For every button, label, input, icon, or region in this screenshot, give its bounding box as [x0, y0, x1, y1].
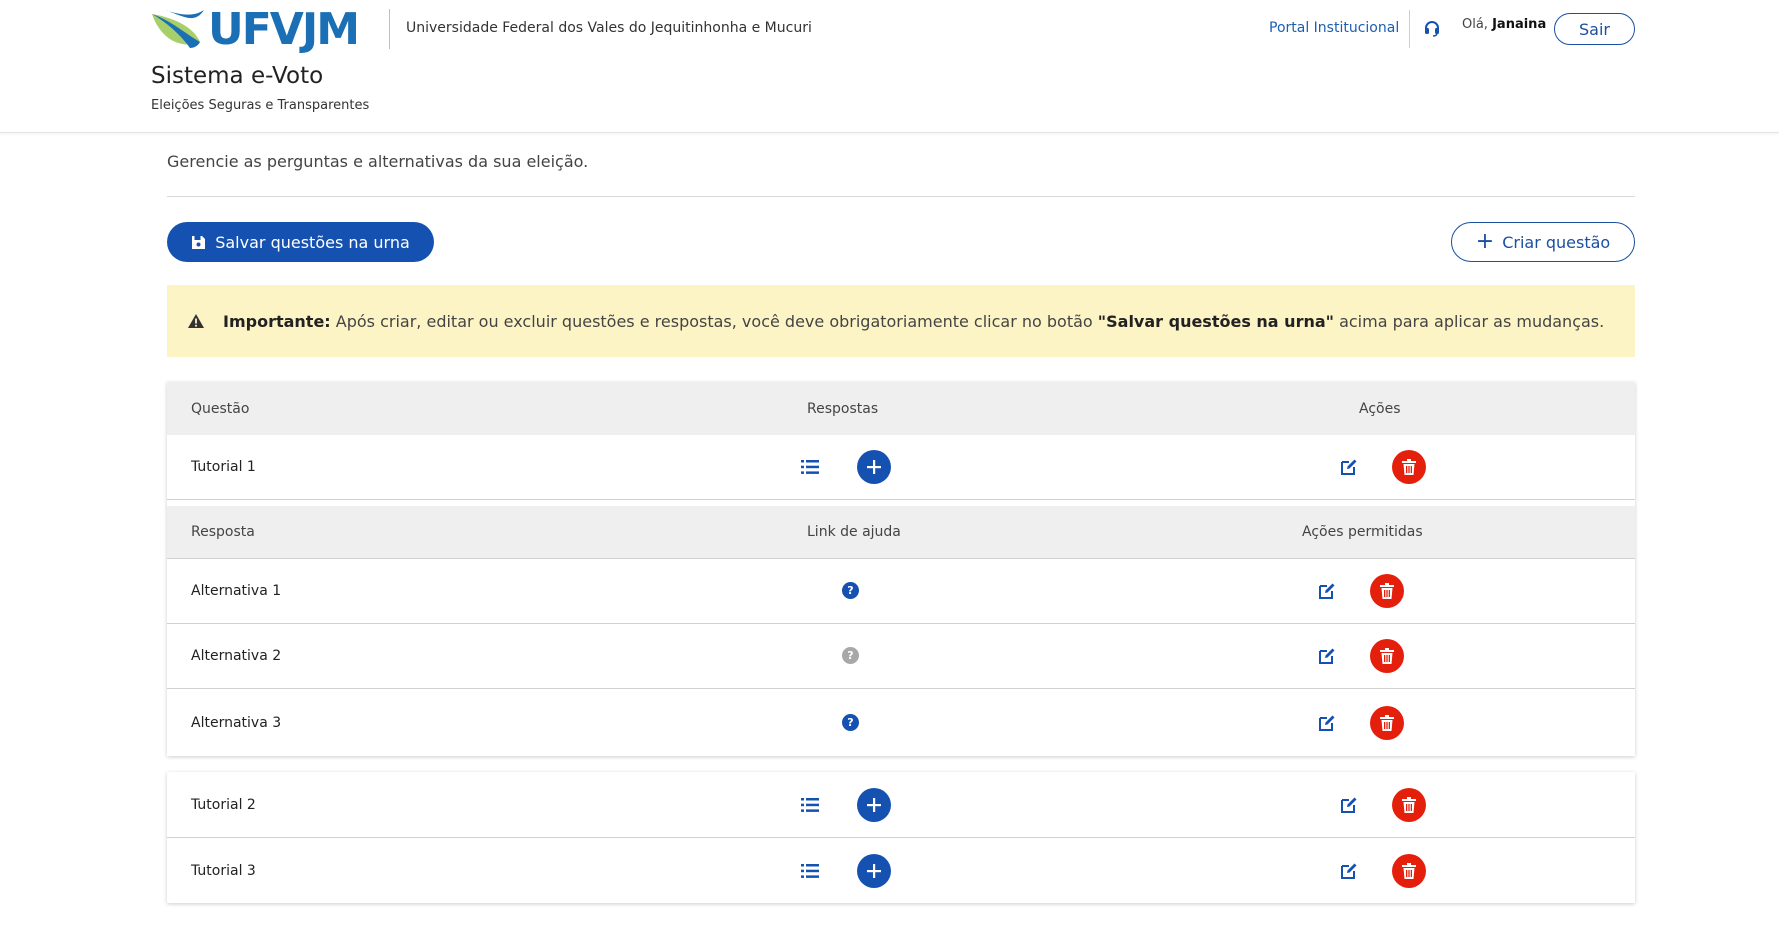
plus-icon — [867, 797, 881, 812]
question-label: Tutorial 1 — [191, 459, 256, 475]
edit-question-icon[interactable] — [1340, 862, 1358, 880]
alert-text-after: acima para aplicar as mudanças. — [1333, 311, 1605, 331]
help-link-icon[interactable]: ? — [842, 713, 859, 731]
important-alert: Importante: Após criar, editar ou exclui… — [167, 285, 1635, 357]
list-answers-icon[interactable] — [801, 459, 819, 475]
leaf-logo-icon — [152, 10, 204, 48]
question-row: Tutorial 1 — [167, 435, 1635, 500]
trash-icon — [1380, 714, 1394, 731]
add-answer-button[interactable] — [857, 450, 891, 484]
answer-row: Alternativa 1 ? — [167, 559, 1635, 624]
edit-question-icon[interactable] — [1340, 796, 1358, 814]
answer-row: Alternativa 3 ? — [167, 689, 1635, 756]
question-label: Tutorial 2 — [191, 796, 256, 813]
list-answers-icon[interactable] — [801, 863, 819, 879]
plus-icon — [867, 460, 881, 474]
trash-icon — [1380, 648, 1394, 664]
trash-icon — [1402, 796, 1416, 813]
answer-row: Alternativa 2 ? — [167, 624, 1635, 689]
column-header-question: Questão — [191, 400, 250, 417]
delete-answer-button[interactable] — [1370, 574, 1404, 608]
add-answer-button[interactable] — [857, 787, 891, 822]
edit-question-icon[interactable] — [1340, 458, 1358, 476]
user-name: Janaina — [1492, 17, 1547, 32]
delete-question-button[interactable] — [1392, 853, 1426, 888]
alert-strong-label: Importante: — [223, 311, 331, 331]
alert-text-before: Após criar, editar ou excluir questões e… — [330, 311, 1098, 331]
logo-wordmark: UFVJM — [208, 4, 360, 55]
column-header-answer: Resposta — [191, 524, 255, 540]
edit-answer-icon[interactable] — [1318, 714, 1336, 732]
ufvjm-logo[interactable]: UFVJM — [150, 4, 368, 55]
create-question-button[interactable]: + Criar questão — [1451, 222, 1635, 262]
warning-icon — [188, 314, 204, 328]
greeting-prefix: Olá, — [1462, 17, 1488, 32]
university-name: Universidade Federal dos Vales do Jequit… — [406, 20, 812, 36]
save-questions-button[interactable]: Salvar questões na urna — [167, 222, 434, 262]
trash-icon — [1402, 862, 1416, 879]
headset-icon[interactable] — [1423, 19, 1441, 37]
questions-table-header: Questão Respostas Ações — [167, 382, 1635, 435]
portal-institucional-link[interactable]: Portal Institucional — [1269, 20, 1399, 36]
delete-answer-button[interactable] — [1370, 639, 1404, 673]
edit-answer-icon[interactable] — [1318, 647, 1336, 665]
column-header-help-link: Link de ajuda — [807, 524, 901, 540]
user-greeting: Olá, Janaina — [1462, 17, 1546, 32]
trash-icon — [1380, 583, 1394, 599]
help-link-icon[interactable]: ? — [842, 582, 859, 599]
answer-label: Alternativa 2 — [191, 648, 282, 664]
column-header-actions: Ações — [1359, 400, 1401, 417]
answers-table-header: Resposta Link de ajuda Ações permitidas — [167, 506, 1635, 559]
question-label: Tutorial 3 — [191, 862, 256, 879]
page-intro-text: Gerencie as perguntas e alternativas da … — [167, 152, 589, 171]
delete-answer-button[interactable] — [1370, 705, 1404, 740]
answer-label: Alternativa 1 — [191, 583, 282, 599]
questions-table-continued: Tutorial 2 Tutorial 3 — [167, 772, 1635, 903]
answer-label: Alternativa 3 — [191, 714, 282, 731]
system-title: Sistema e-Voto — [151, 63, 324, 89]
question-row: Tutorial 2 — [167, 772, 1635, 838]
logo-divider — [389, 9, 390, 49]
system-subtitle: Eleições Seguras e Transparentes — [151, 98, 370, 113]
edit-answer-icon[interactable] — [1318, 582, 1336, 600]
help-link-icon: ? — [842, 647, 859, 664]
header-divider — [1409, 10, 1410, 48]
floppy-disk-icon — [192, 235, 206, 249]
delete-question-button[interactable] — [1392, 787, 1426, 822]
trash-icon — [1402, 459, 1416, 475]
list-answers-icon[interactable] — [801, 797, 819, 813]
section-divider — [167, 196, 1635, 197]
question-row: Tutorial 3 — [167, 838, 1635, 903]
delete-question-button[interactable] — [1392, 450, 1426, 484]
plus-icon — [867, 863, 881, 878]
column-header-answers: Respostas — [807, 400, 879, 417]
create-question-label: Criar questão — [1502, 232, 1611, 252]
logout-button[interactable]: Sair — [1554, 13, 1635, 45]
save-questions-label: Salvar questões na urna — [215, 232, 410, 252]
app-header: UFVJM Universidade Federal dos Vales do … — [0, 0, 1779, 133]
plus-icon: + — [1475, 229, 1495, 254]
alert-text: Importante: Após criar, editar ou exclui… — [223, 312, 1604, 331]
add-answer-button[interactable] — [857, 853, 891, 888]
alert-button-reference: "Salvar questões na urna" — [1097, 311, 1334, 331]
column-header-permitted-actions: Ações permitidas — [1302, 524, 1423, 540]
questions-table: Questão Respostas Ações Tutorial 1 Respo… — [167, 382, 1635, 756]
